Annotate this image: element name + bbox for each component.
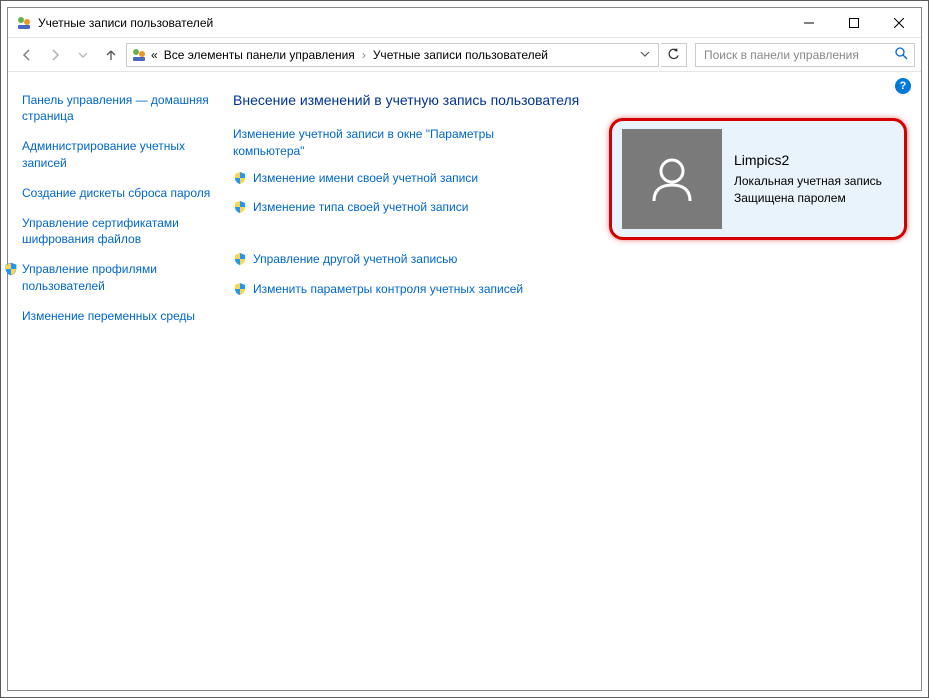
- shield-icon: [233, 252, 247, 271]
- recent-dropdown[interactable]: [70, 42, 96, 68]
- window-inner: Учетные записи пользователей: [7, 7, 922, 691]
- address-bar[interactable]: « Все элементы панели управления › Учетн…: [126, 43, 659, 67]
- titlebar: Учетные записи пользователей: [8, 8, 921, 38]
- sidebar-item-label: Администрирование учетных записей: [22, 138, 215, 170]
- search-icon[interactable]: [894, 46, 908, 63]
- account-protection: Защищена паролем: [734, 190, 882, 207]
- close-button[interactable]: [876, 8, 921, 37]
- app-icon: [16, 15, 32, 31]
- action-label: Изменение имени своей учетной записи: [253, 170, 478, 187]
- maximize-button[interactable]: [831, 8, 876, 37]
- spacer: [233, 229, 533, 251]
- sidebar: Панель управления — домашняя страница Ад…: [8, 78, 223, 690]
- address-dropdown[interactable]: [636, 48, 654, 62]
- action-change-name[interactable]: Изменение имени своей учетной записи: [233, 170, 533, 190]
- window-controls: [786, 8, 921, 37]
- forward-button[interactable]: [42, 42, 68, 68]
- shield-icon: [233, 282, 247, 301]
- action-uac-settings[interactable]: Изменить параметры контроля учетных запи…: [233, 281, 533, 301]
- body: ? Панель управления — домашняя страница …: [8, 72, 921, 690]
- sidebar-item-label: Управление профилями пользователей: [22, 261, 215, 293]
- action-label: Изменить параметры контроля учетных запи…: [253, 281, 523, 298]
- page-heading: Внесение изменений в учетную запись поль…: [233, 92, 903, 108]
- sidebar-item-password-reset-disk[interactable]: Создание дискеты сброса пароля: [22, 185, 215, 201]
- search-bar[interactable]: [695, 43, 915, 67]
- action-change-type[interactable]: Изменение типа своей учетной записи: [233, 199, 533, 219]
- shield-icon: [4, 262, 18, 280]
- sidebar-item-label: Панель управления — домашняя страница: [22, 92, 215, 124]
- avatar: [622, 129, 722, 229]
- sidebar-item-admin-accounts[interactable]: Администрирование учетных записей: [22, 138, 215, 170]
- sidebar-item-env-vars[interactable]: Изменение переменных среды: [22, 308, 215, 324]
- sidebar-item-encryption-certs[interactable]: Управление сертификатами шифрования файл…: [22, 215, 215, 247]
- sidebar-item-label: Создание дискеты сброса пароля: [22, 185, 210, 201]
- window-frame: Учетные записи пользователей: [0, 0, 929, 698]
- shield-icon: [233, 171, 247, 190]
- back-button[interactable]: [14, 42, 40, 68]
- action-change-in-settings[interactable]: Изменение учетной записи в окне "Парамет…: [233, 126, 533, 160]
- refresh-button[interactable]: [661, 43, 687, 67]
- up-button[interactable]: [98, 42, 124, 68]
- search-input[interactable]: [702, 47, 894, 63]
- action-label: Управление другой учетной записью: [253, 251, 457, 268]
- account-card[interactable]: Limpics2 Локальная учетная запись Защище…: [609, 118, 907, 240]
- window-title: Учетные записи пользователей: [38, 16, 786, 30]
- sidebar-item-label: Изменение переменных среды: [22, 308, 195, 324]
- minimize-button[interactable]: [786, 8, 831, 37]
- sidebar-item-home[interactable]: Панель управления — домашняя страница: [22, 92, 215, 124]
- shield-icon: [233, 200, 247, 219]
- account-info: Limpics2 Локальная учетная запись Защище…: [734, 151, 882, 206]
- action-list: Изменение учетной записи в окне "Парамет…: [233, 126, 533, 301]
- sidebar-item-user-profiles[interactable]: Управление профилями пользователей: [22, 261, 215, 293]
- action-manage-other[interactable]: Управление другой учетной записью: [233, 251, 533, 271]
- action-label: Изменение типа своей учетной записи: [253, 199, 468, 216]
- account-type: Локальная учетная запись: [734, 173, 882, 190]
- breadcrumb-item[interactable]: Учетные записи пользователей: [371, 48, 550, 62]
- sidebar-item-label: Управление сертификатами шифрования файл…: [22, 215, 215, 247]
- breadcrumb-item[interactable]: Все элементы панели управления: [162, 48, 357, 62]
- account-name: Limpics2: [734, 151, 882, 171]
- breadcrumb-root-indicator: «: [149, 48, 160, 62]
- breadcrumb-separator: ›: [359, 48, 369, 62]
- location-icon: [131, 47, 147, 63]
- action-label: Изменение учетной записи в окне "Парамет…: [233, 126, 533, 160]
- content: Внесение изменений в учетную запись поль…: [223, 78, 921, 690]
- navbar: « Все элементы панели управления › Учетн…: [8, 38, 921, 72]
